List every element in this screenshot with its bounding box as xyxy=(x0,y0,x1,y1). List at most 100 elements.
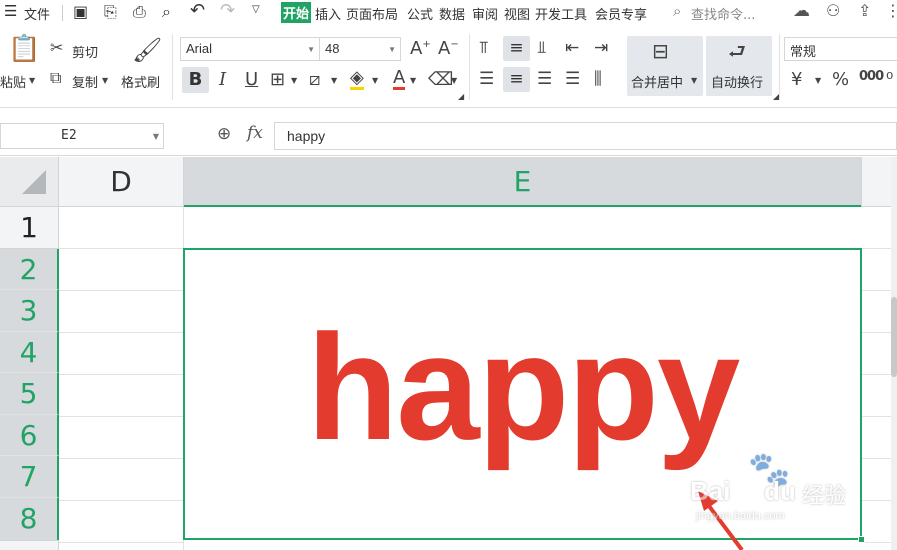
print-preview-icon[interactable]: ⌕ xyxy=(162,2,171,22)
share-user-icon[interactable]: ⚇ xyxy=(826,1,840,20)
thousands-separator-button[interactable]: 000 xyxy=(859,70,884,83)
save-icon[interactable]: ▣ xyxy=(73,2,88,21)
zoom-formula-icon[interactable]: ⊕ xyxy=(217,126,231,143)
clear-format-icon[interactable]: ⌫ xyxy=(428,71,453,89)
scrollbar-thumb[interactable] xyxy=(891,297,897,377)
font-color-dropdown-icon[interactable]: ▼ xyxy=(410,77,416,85)
hamburger-icon[interactable]: ☰ xyxy=(4,2,17,20)
column-header-d[interactable]: D xyxy=(59,157,184,207)
borders-icon[interactable]: ⊞ xyxy=(270,71,285,89)
align-bottom-icon[interactable]: ⫫ xyxy=(537,40,547,57)
undo-icon[interactable]: ↶ xyxy=(190,0,205,21)
underline-button[interactable]: U xyxy=(245,71,258,89)
watermark-suffix: 经验 xyxy=(802,484,847,509)
increase-font-size-icon[interactable]: A+ xyxy=(410,40,431,58)
fill-color-icon[interactable]: ◈ xyxy=(350,69,364,90)
tab-insert[interactable]: 插入 xyxy=(315,4,341,23)
tab-member[interactable]: 会员专享 xyxy=(595,4,647,23)
tab-review[interactable]: 审阅 xyxy=(472,4,498,23)
cloud-icon[interactable]: ☁ xyxy=(793,1,810,21)
name-box[interactable]: E2 ▼ xyxy=(0,123,164,149)
percent-button[interactable]: % xyxy=(832,71,849,89)
more-icon[interactable]: ⋮ xyxy=(885,1,897,20)
clear-format-dropdown-icon[interactable]: ▼ xyxy=(451,77,457,85)
distributed-align-icon[interactable]: ⫼ xyxy=(594,71,602,88)
align-middle-button[interactable]: ≡ xyxy=(503,36,530,61)
select-all-corner[interactable] xyxy=(0,157,59,207)
decrease-indent-icon[interactable]: ⇤ xyxy=(565,40,579,57)
increase-indent-icon[interactable]: ⇥ xyxy=(594,40,608,57)
row-header-1[interactable]: 1 xyxy=(0,207,59,249)
currency-button[interactable]: ¥ xyxy=(791,71,802,89)
row-header-7[interactable]: 7 xyxy=(0,456,59,498)
copy-button[interactable]: 复制 xyxy=(72,72,98,91)
format-painter-button[interactable]: 格式刷 xyxy=(121,72,160,91)
cut-button[interactable]: 剪切 xyxy=(72,42,98,61)
row-header-6[interactable]: 6 xyxy=(0,415,59,456)
align-top-icon[interactable]: ⫪ xyxy=(479,40,489,57)
bold-button[interactable]: B xyxy=(182,67,209,93)
tab-page-layout[interactable]: 页面布局 xyxy=(346,4,398,23)
spreadsheet-grid[interactable]: D E 1 2 3 4 5 6 7 8 happy 🐾 Bai du 经验 ji… xyxy=(0,157,897,550)
wrap-text-button[interactable]: ⮐ 自动换行 xyxy=(706,36,772,96)
font-size-select[interactable]: 48 ▼ xyxy=(319,37,401,61)
row-header-8[interactable]: 8 xyxy=(0,498,59,540)
watermark-url: jingyan.baidu.com xyxy=(696,510,785,522)
paste-button[interactable]: 粘贴 xyxy=(0,72,26,91)
align-center-button[interactable]: ≡ xyxy=(503,67,530,92)
column-f-cells[interactable] xyxy=(861,207,891,550)
vertical-scrollbar[interactable] xyxy=(891,157,897,550)
number-format-select[interactable]: 常规 xyxy=(784,37,897,61)
cell-e1[interactable] xyxy=(184,207,861,249)
merge-dropdown-icon: ▼ xyxy=(691,76,698,85)
wrap-text-icon: ⮐ xyxy=(728,39,746,63)
tab-home[interactable]: 开始 xyxy=(281,2,312,23)
currency-dropdown-icon[interactable]: ▼ xyxy=(815,77,821,85)
formula-content: happy xyxy=(287,128,326,144)
font-dialog-launcher-icon[interactable]: ◢ xyxy=(458,93,464,101)
decrease-font-size-icon[interactable]: A− xyxy=(438,40,459,58)
merge-center-button[interactable]: ⊟ 合并居中 ▼ xyxy=(627,36,703,96)
redo-icon[interactable]: ↷ xyxy=(220,0,235,21)
share-icon[interactable]: ⇪ xyxy=(858,1,871,20)
row-header-5[interactable]: 5 xyxy=(0,373,59,415)
decimal-icon[interactable]: ⁰ xyxy=(886,71,893,89)
tab-data[interactable]: 数据 xyxy=(439,4,465,23)
export-icon[interactable]: ⎘ xyxy=(104,2,117,22)
menu-bar: ☰ 文件 ▣ ⎘ ⎙ ⌕ ↶ ↷ ▽ 开始 插入 页面布局 公式 数据 审阅 视… xyxy=(0,0,897,26)
watermark-brand-2: du xyxy=(764,476,796,506)
divider xyxy=(172,34,173,100)
align-right-icon[interactable]: ☰ xyxy=(537,71,552,88)
tab-view[interactable]: 视图 xyxy=(504,4,530,23)
row-header-2[interactable]: 2 xyxy=(0,249,59,290)
font-color-icon[interactable]: A xyxy=(393,69,406,90)
italic-button[interactable]: I xyxy=(219,71,226,89)
row-header-4[interactable]: 4 xyxy=(0,332,59,373)
fill-handle[interactable] xyxy=(858,536,865,543)
column-header-e[interactable]: E xyxy=(184,157,861,207)
menu-file[interactable]: 文件 xyxy=(24,4,50,23)
search-command-input[interactable]: 查找命令... xyxy=(691,4,755,23)
quick-access-dropdown-icon[interactable]: ▽ xyxy=(252,4,260,15)
print-icon[interactable]: ⎙ xyxy=(133,2,146,22)
cell-style-icon[interactable]: ⧄ xyxy=(309,71,320,89)
column-d-cells[interactable] xyxy=(59,207,184,550)
insert-function-button[interactable]: fx xyxy=(247,125,263,142)
copy-dropdown-icon[interactable]: ▼ xyxy=(102,77,108,85)
ribbon-toolbar: 📋 粘贴 ▼ ✂ 剪切 ⧉ 复制 ▼ 🖌 格式刷 Arial ▼ 48 ▼ A+ A… xyxy=(0,26,897,108)
row-header-next[interactable] xyxy=(0,540,59,550)
fill-color-dropdown-icon[interactable]: ▼ xyxy=(372,77,378,85)
formula-input[interactable]: happy xyxy=(274,122,897,150)
tab-formulas[interactable]: 公式 xyxy=(407,4,433,23)
paste-dropdown-icon[interactable]: ▼ xyxy=(29,77,35,85)
tab-developer[interactable]: 开发工具 xyxy=(535,4,587,23)
cell-style-dropdown-icon[interactable]: ▼ xyxy=(331,77,337,85)
borders-dropdown-icon[interactable]: ▼ xyxy=(291,77,297,85)
merge-cells-icon: ⊟ xyxy=(652,39,669,63)
row-header-3[interactable]: 3 xyxy=(0,290,59,332)
cut-icon: ✂ xyxy=(50,38,64,57)
paste-icon[interactable]: 📋 xyxy=(8,36,40,62)
justify-icon[interactable]: ☰ xyxy=(565,71,580,88)
font-name-select[interactable]: Arial ▼ xyxy=(180,37,320,61)
align-left-icon[interactable]: ☰ xyxy=(479,71,494,88)
